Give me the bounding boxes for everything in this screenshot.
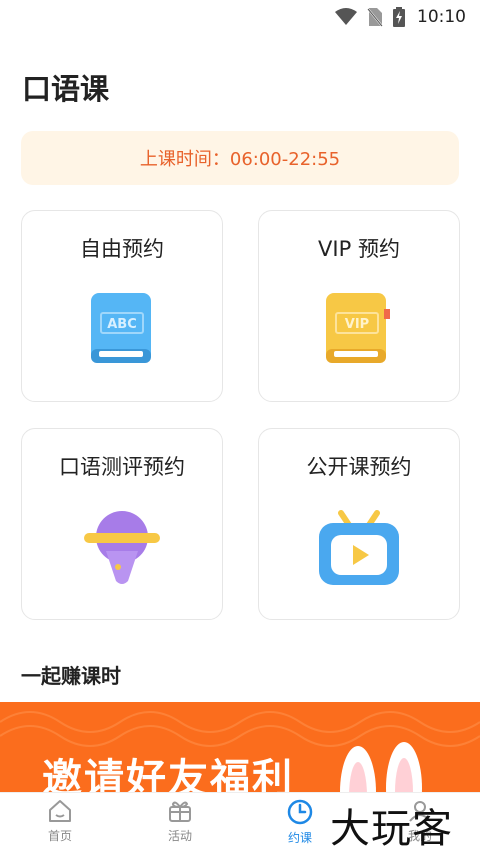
nav-label: 约课 xyxy=(287,831,312,845)
card-label: 公开课预约 xyxy=(306,455,412,479)
nav-item-booking[interactable]: 约课 xyxy=(270,799,330,846)
status-bar: 10:10 xyxy=(0,0,480,34)
clock-icon xyxy=(287,799,313,825)
home-icon xyxy=(49,800,71,822)
no-sim-icon xyxy=(367,8,383,27)
class-time-text: 上课时间：06:00-22:55 xyxy=(139,149,341,170)
microphone-icon xyxy=(84,511,160,584)
tv-play-icon xyxy=(319,510,399,585)
svg-text:ABC: ABC xyxy=(107,317,137,332)
class-time-banner: 上课时间：06:00-22:55 xyxy=(21,131,459,185)
svg-text:VIP: VIP xyxy=(345,317,369,332)
card-label: 口语测评预约 xyxy=(59,455,185,479)
watermark: 大玩客 xyxy=(330,806,453,852)
abc-book-icon: ABC xyxy=(91,293,151,363)
earn-section-title: 一起赚课时 xyxy=(21,664,121,688)
vip-booking-card[interactable]: VIP 预约 VIP xyxy=(258,210,460,402)
status-time: 10:10 xyxy=(417,7,466,27)
page-title: 口语课 xyxy=(22,72,110,106)
card-label: 自由预约 xyxy=(80,237,164,261)
nav-item-home[interactable]: 首页 xyxy=(30,799,90,844)
nav-label: 活动 xyxy=(167,829,192,843)
free-booking-card[interactable]: 自由预约 ABC xyxy=(21,210,223,402)
card-label: VIP 预约 xyxy=(318,237,400,261)
gift-icon xyxy=(169,801,191,822)
vip-book-icon: VIP xyxy=(326,293,390,363)
nav-label: 首页 xyxy=(47,829,72,843)
nav-item-activity[interactable]: 活动 xyxy=(150,799,210,844)
public-class-card[interactable]: 公开课预约 xyxy=(258,428,460,620)
battery-charging-icon xyxy=(393,7,405,27)
wifi-icon xyxy=(335,8,357,25)
speaking-assessment-card[interactable]: 口语测评预约 xyxy=(21,428,223,620)
